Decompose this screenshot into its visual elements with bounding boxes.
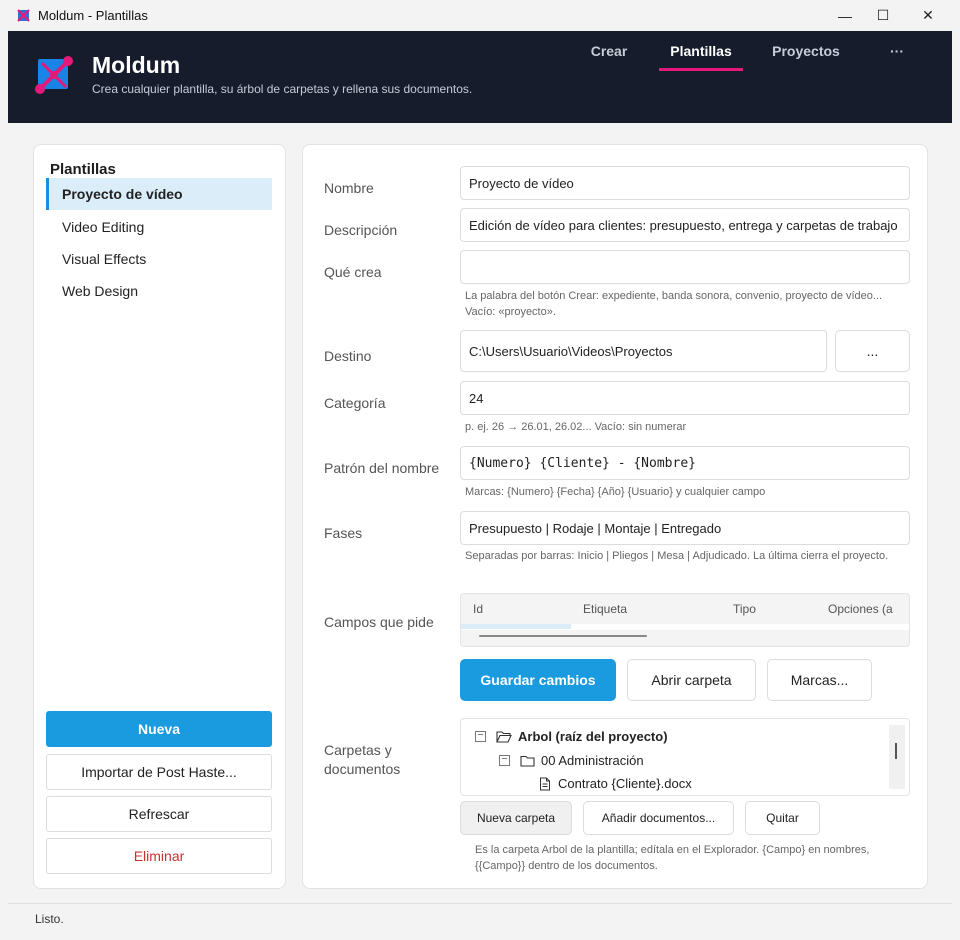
close-button[interactable]: ✕	[905, 0, 951, 31]
description-label: Descripción	[324, 222, 398, 238]
marks-button[interactable]: Marcas...	[767, 659, 872, 701]
destination-label: Destino	[324, 348, 372, 364]
tab-proyectos[interactable]: Proyectos	[764, 31, 848, 71]
template-item-video-editing[interactable]: Video Editing	[46, 211, 272, 243]
new-folder-button[interactable]: Nueva carpeta	[460, 801, 572, 835]
creates-input[interactable]	[460, 250, 910, 284]
phases-label: Fases	[324, 525, 363, 541]
document-icon	[540, 777, 550, 790]
folder-tree[interactable]: − Arbol (raíz del proyecto) − 00 Adminis…	[460, 718, 910, 796]
maximize-button[interactable]: ☐	[860, 0, 906, 31]
tree-node-label: Contrato {Cliente}.docx	[558, 776, 692, 791]
folders-hint: Es la carpeta Arbol de la plantilla; edí…	[475, 844, 870, 872]
phases-hint: Separadas por barras: Inicio | Pliegos |…	[465, 550, 889, 562]
template-item-proyecto-de-video[interactable]: Proyecto de vídeo	[46, 178, 272, 210]
folders-label: Carpetas y documentos	[324, 742, 401, 777]
horizontal-scrollbar[interactable]	[479, 635, 647, 637]
refresh-button[interactable]: Refrescar	[46, 796, 272, 832]
status-bar: Listo.	[8, 903, 952, 933]
name-pattern-label: Patrón del nombre	[324, 460, 440, 476]
template-item-visual-effects[interactable]: Visual Effects	[46, 243, 272, 275]
fields-label: Campos que pide	[324, 614, 434, 630]
phases-input[interactable]: Presupuesto | Rodaje | Montaje | Entrega…	[460, 511, 910, 545]
name-pattern-hint: Marcas: {Numero} {Fecha} {Año} {Usuario}…	[465, 486, 766, 498]
app-tagline: Crea cualquier plantilla, su árbol de ca…	[92, 82, 473, 96]
category-label: Categoría	[324, 395, 386, 411]
collapse-icon[interactable]: −	[499, 755, 510, 766]
tree-node-root[interactable]: − Arbol (raíz del proyecto)	[475, 729, 668, 744]
name-pattern-input[interactable]: {Numero} {Cliente} - {Nombre}	[460, 446, 910, 480]
app-logo-icon	[17, 9, 30, 22]
column-header-opciones[interactable]: Opciones (a	[828, 602, 893, 616]
add-documents-button[interactable]: Añadir documentos...	[583, 801, 734, 835]
browse-destination-button[interactable]: ...	[835, 330, 910, 372]
window-titlebar: Moldum - Plantillas — ☐ ✕	[0, 0, 960, 31]
category-input[interactable]: 24	[460, 381, 910, 415]
import-post-haste-button[interactable]: Importar de Post Haste...	[46, 754, 272, 790]
template-item-web-design[interactable]: Web Design	[46, 275, 272, 307]
window-title: Moldum - Plantillas	[38, 8, 148, 23]
collapse-icon[interactable]: −	[475, 731, 486, 742]
column-header-tipo[interactable]: Tipo	[733, 602, 756, 616]
sidebar-heading: Plantillas	[50, 161, 116, 178]
open-folder-button[interactable]: Abrir carpeta	[627, 659, 756, 701]
more-tabs-button[interactable]: ···	[880, 31, 914, 71]
remove-button[interactable]: Quitar	[745, 801, 820, 835]
creates-label: Qué crea	[324, 264, 382, 280]
name-label: Nombre	[324, 180, 374, 196]
tab-plantillas[interactable]: Plantillas	[659, 31, 743, 71]
category-hint: p. ej. 26 → 26.01, 26.02... Vacío: sin n…	[465, 421, 687, 433]
app-header: Moldum Crea cualquier plantilla, su árbo…	[8, 31, 952, 123]
status-text: Listo.	[35, 912, 64, 926]
fields-table[interactable]: Id Etiqueta Tipo Opciones (a	[460, 593, 910, 647]
delete-template-button[interactable]: Eliminar	[46, 838, 272, 874]
column-header-id[interactable]: Id	[473, 602, 483, 616]
name-input[interactable]: Proyecto de vídeo	[460, 166, 910, 200]
new-template-button[interactable]: Nueva	[46, 711, 272, 747]
tree-node-label: 00 Administración	[541, 753, 644, 768]
save-changes-button[interactable]: Guardar cambios	[460, 659, 616, 701]
table-row-selection	[461, 624, 571, 629]
moldum-logo-icon	[35, 56, 73, 94]
tree-node-folder[interactable]: − 00 Administración	[499, 753, 644, 768]
templates-sidebar: Plantillas Proyecto de vídeo Video Editi…	[33, 144, 286, 889]
template-editor-panel: Nombre Proyecto de vídeo Descripción Edi…	[302, 144, 928, 889]
creates-hint: La palabra del botón Crear: expediente, …	[465, 290, 883, 318]
folder-open-icon	[496, 731, 512, 743]
folder-icon	[520, 755, 535, 767]
tab-crear[interactable]: Crear	[580, 31, 638, 71]
destination-input[interactable]: C:\Users\Usuario\Videos\Proyectos	[460, 330, 827, 372]
tree-node-document[interactable]: Contrato {Cliente}.docx	[539, 776, 692, 791]
description-input[interactable]: Edición de vídeo para clientes: presupue…	[460, 208, 910, 242]
tree-node-label: Arbol (raíz del proyecto)	[518, 729, 668, 744]
column-header-etiqueta[interactable]: Etiqueta	[583, 602, 627, 616]
vertical-scrollbar[interactable]	[889, 725, 905, 789]
app-brand: Moldum	[92, 52, 181, 78]
